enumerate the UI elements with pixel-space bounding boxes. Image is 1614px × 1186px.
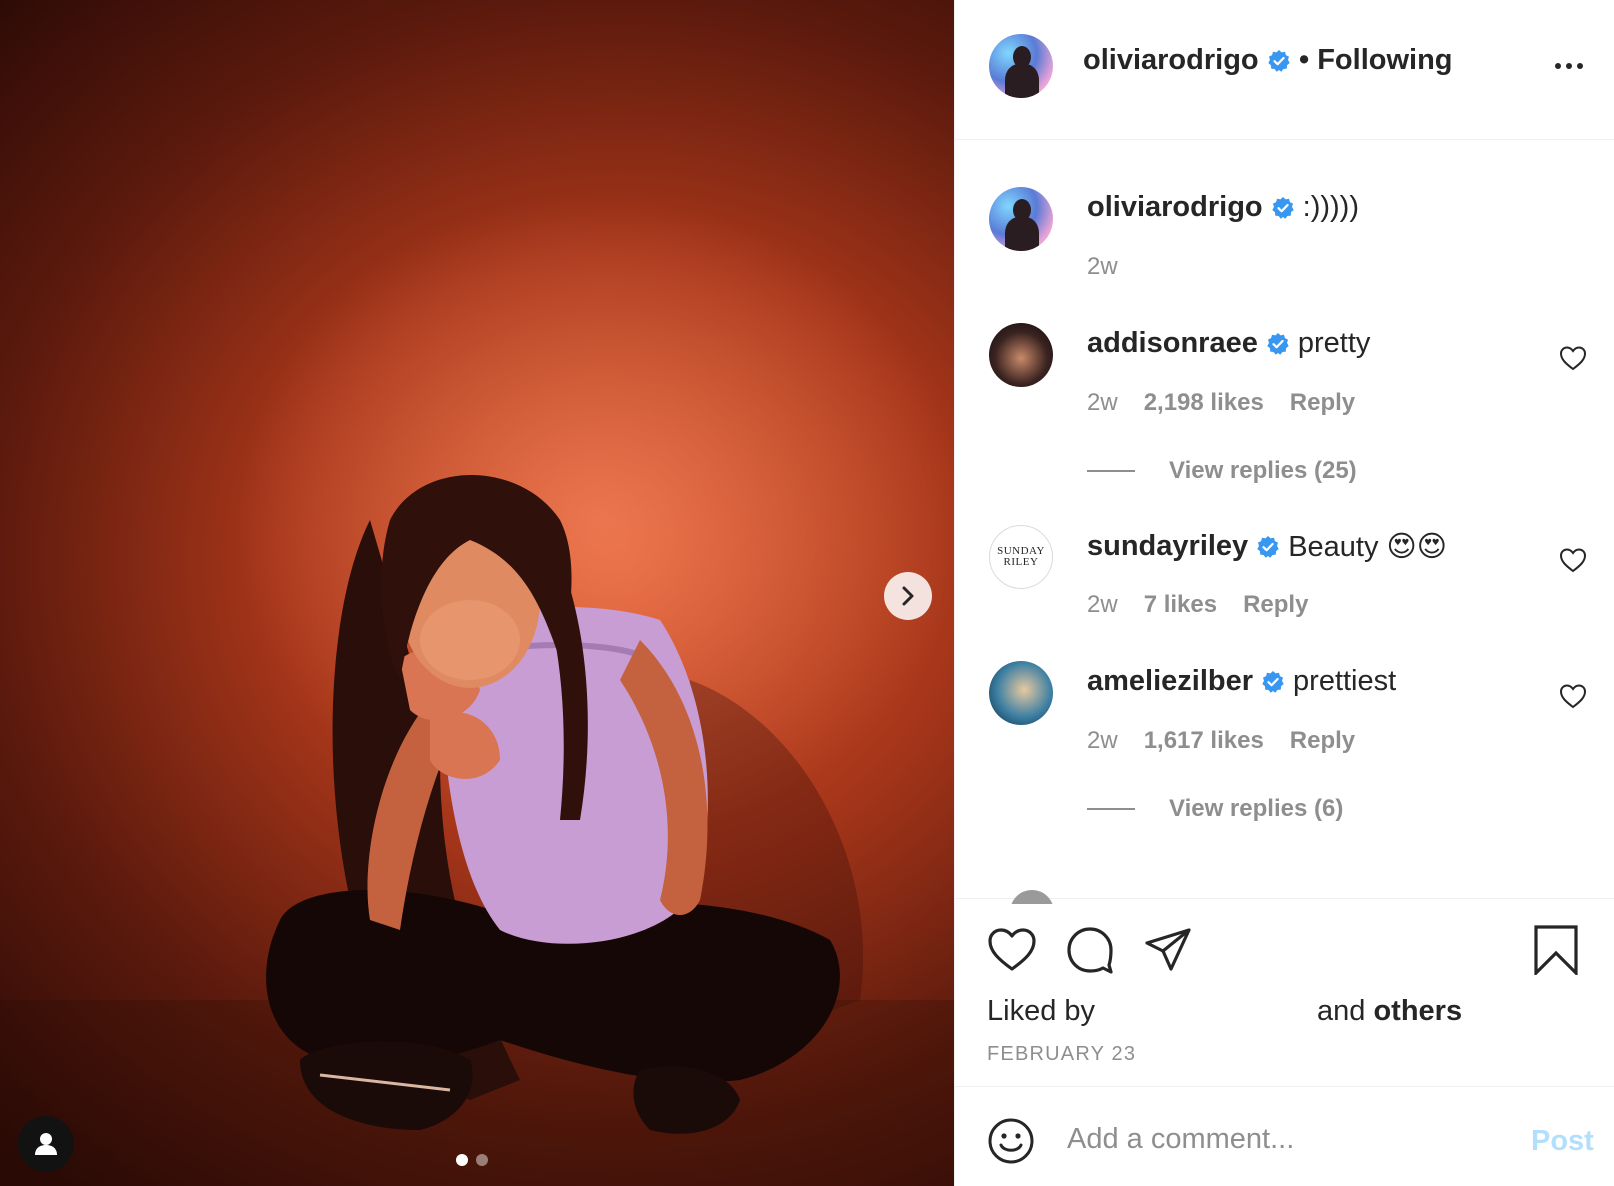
person-icon — [35, 1133, 57, 1155]
comment-text: Beauty 😍😍 — [1288, 531, 1447, 563]
comment-input[interactable] — [1067, 1113, 1497, 1165]
author-username[interactable]: oliviarodrigo — [1083, 44, 1291, 77]
replies-rule — [1087, 808, 1135, 810]
carousel-indicator — [456, 1154, 488, 1166]
comment-age[interactable]: 2w — [1087, 591, 1118, 619]
comment-avatar[interactable] — [989, 187, 1053, 251]
view-replies-button[interactable]: View replies (6) — [1087, 795, 1343, 823]
photo-illustration — [0, 475, 954, 1186]
comment-bubble-icon[interactable] — [1065, 925, 1115, 975]
carousel-dot-active — [456, 1154, 468, 1166]
reply-button[interactable]: Reply — [1290, 389, 1355, 417]
comment-age[interactable]: 2w — [1087, 389, 1118, 417]
comment-avatar[interactable] — [989, 661, 1053, 725]
comment-likes[interactable]: 7 likes — [1144, 591, 1217, 619]
following-button[interactable]: • Following — [1299, 44, 1453, 77]
bookmark-icon[interactable] — [1531, 925, 1581, 975]
comment-text: prettiest — [1293, 665, 1397, 697]
author-avatar[interactable] — [989, 34, 1053, 98]
and-others-text[interactable]: and others — [1317, 995, 1462, 1028]
reply-button[interactable]: Reply — [1290, 727, 1355, 755]
carousel-dot — [476, 1154, 488, 1166]
post-date[interactable]: FEBRUARY 23 — [987, 1043, 1136, 1066]
author-username-text[interactable]: oliviarodrigo — [1083, 44, 1259, 77]
heart-icon[interactable] — [987, 925, 1037, 975]
comment-avatar[interactable]: SUNDAY RILEY — [989, 525, 1053, 589]
logo-line-2: RILEY — [1003, 556, 1039, 568]
comment-age[interactable]: 2w — [1087, 253, 1118, 281]
view-replies-button[interactable]: View replies (25) — [1087, 457, 1357, 485]
comment-username[interactable]: addisonraee — [1087, 327, 1258, 360]
comment-heart-icon[interactable] — [1559, 547, 1587, 573]
others-link[interactable]: others — [1373, 995, 1462, 1027]
view-replies-label: View replies (25) — [1169, 457, 1357, 484]
comment-username[interactable]: oliviarodrigo — [1087, 191, 1263, 224]
and-word: and — [1317, 995, 1366, 1027]
post-header: oliviarodrigo • Following — [955, 0, 1614, 140]
smiley-icon[interactable] — [987, 1117, 1035, 1165]
comment-age[interactable]: 2w — [1087, 727, 1118, 755]
sunday-riley-logo: SUNDAY RILEY — [997, 546, 1045, 568]
comment-composer: Post — [955, 1086, 1614, 1186]
comment-username[interactable]: sundayriley — [1087, 530, 1248, 563]
verified-badge-icon — [1267, 332, 1289, 355]
post-comment-button[interactable]: Post — [1531, 1125, 1594, 1158]
next-slide-button[interactable] — [884, 572, 932, 620]
comment-text: pretty — [1297, 327, 1371, 359]
replies-rule — [1087, 470, 1135, 472]
post-photo[interactable] — [0, 0, 954, 1186]
more-options-icon[interactable] — [1555, 56, 1589, 76]
comment-avatar[interactable] — [989, 323, 1053, 387]
chevron-right-icon — [902, 586, 914, 606]
post-sidebar: oliviarodrigo • Following oliviarodrigo — [954, 0, 1614, 1186]
liked-by-text: Liked by — [987, 995, 1096, 1027]
comment-heart-icon[interactable] — [1559, 345, 1587, 371]
comment-username[interactable]: ameliezilber — [1087, 665, 1253, 698]
comment-heart-icon[interactable] — [1559, 683, 1587, 709]
comment-likes[interactable]: 1,617 likes — [1144, 727, 1264, 755]
post-actions: Liked by and others FEBRUARY 23 — [955, 898, 1614, 1086]
view-replies-label: View replies (6) — [1169, 795, 1344, 822]
next-comment-avatar-peek — [1010, 890, 1054, 904]
reply-button[interactable]: Reply — [1243, 591, 1308, 619]
verified-badge-icon — [1262, 670, 1284, 693]
comment-text: :))))) — [1302, 191, 1359, 223]
verified-badge-icon — [1271, 196, 1294, 219]
verified-badge-icon — [1267, 49, 1290, 72]
tagged-users-button[interactable] — [18, 1116, 74, 1172]
paper-plane-icon[interactable] — [1143, 925, 1193, 975]
comments-list[interactable]: oliviarodrigo :))))) 2w addisonraee pret… — [955, 141, 1614, 897]
verified-badge-icon — [1257, 535, 1279, 558]
comment-likes[interactable]: 2,198 likes — [1144, 389, 1264, 417]
